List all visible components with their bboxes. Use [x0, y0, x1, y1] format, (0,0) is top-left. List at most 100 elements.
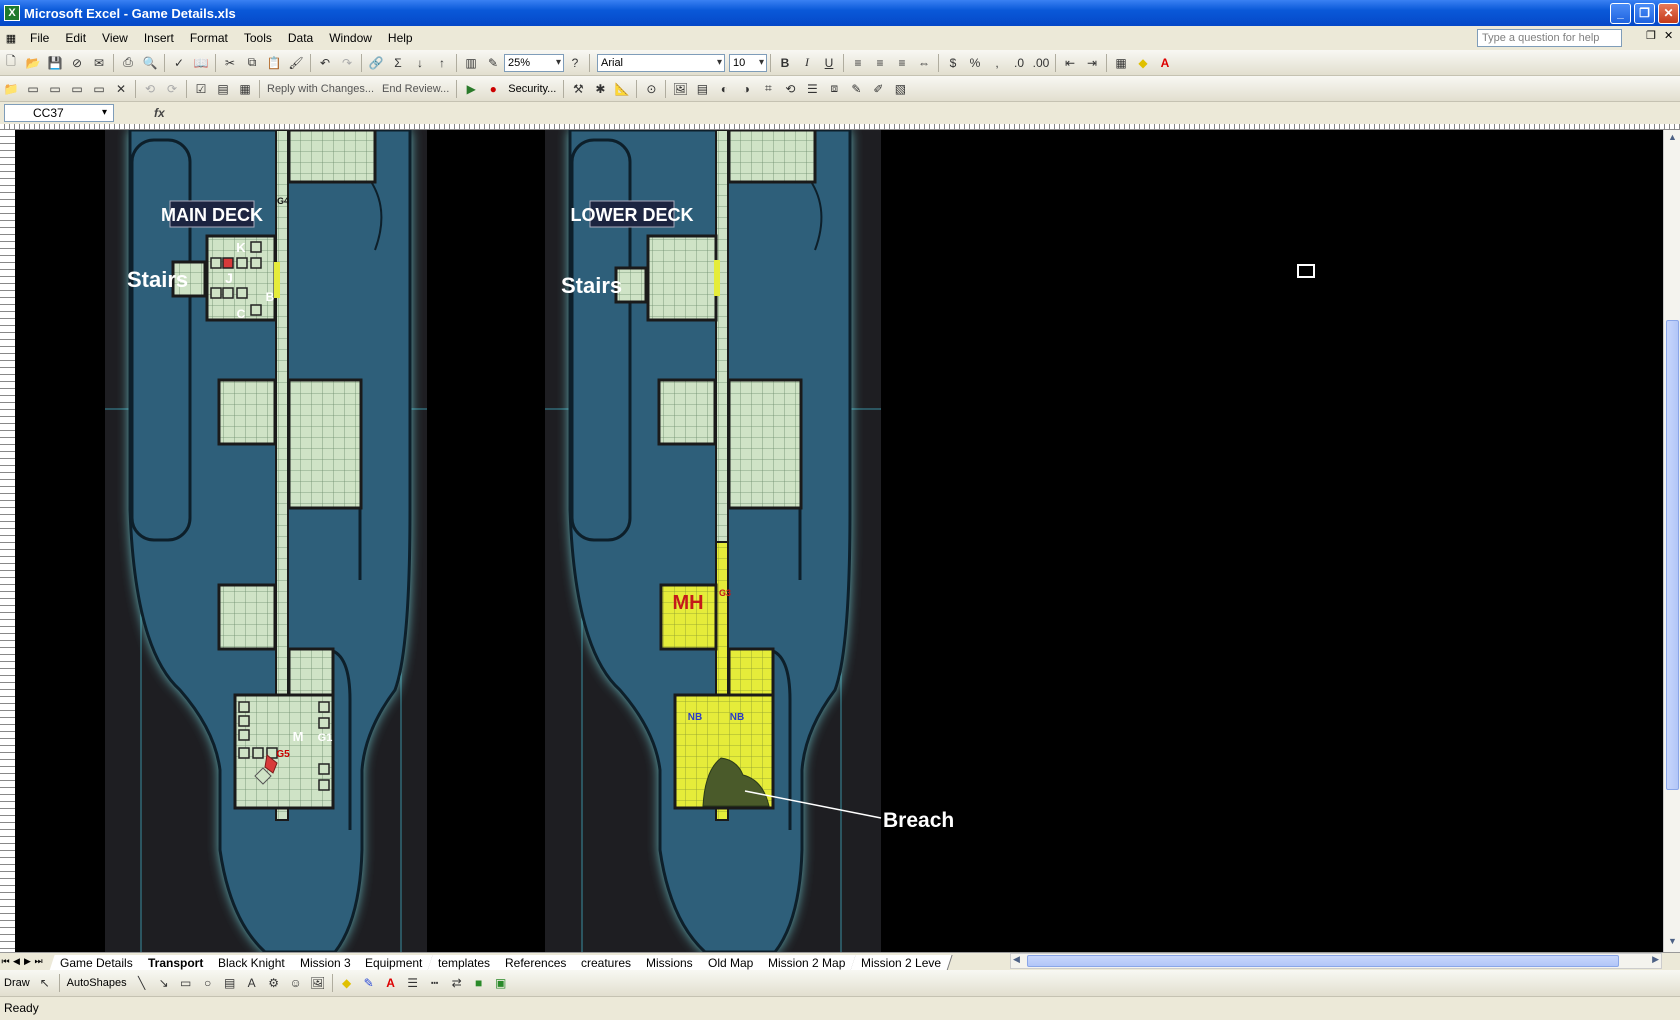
line-weight-icon[interactable]: ☰: [402, 972, 424, 994]
horizontal-scrollbar[interactable]: ◀ ▶: [1010, 953, 1662, 969]
drawing-toggle-icon[interactable]: ✎: [482, 52, 504, 74]
set-transparent-icon[interactable]: ✐: [867, 78, 889, 100]
comma-button[interactable]: ,: [986, 52, 1008, 74]
spelling-icon[interactable]: ✓: [168, 52, 190, 74]
sheet-tab-templates[interactable]: templates: [427, 954, 502, 971]
sheet-tab-old-map[interactable]: Old Map: [697, 954, 765, 971]
picture-icon[interactable]: 🖼: [307, 972, 329, 994]
sheet-tab-equipment[interactable]: Equipment: [354, 954, 435, 971]
paste-icon[interactable]: 📋: [263, 52, 285, 74]
format-picture-icon[interactable]: ✎: [845, 78, 867, 100]
sheet-tab-transport[interactable]: Transport: [137, 954, 215, 971]
increase-indent-icon[interactable]: ⇥: [1081, 52, 1103, 74]
chart-wizard-icon[interactable]: ▥: [460, 52, 482, 74]
comment-new-icon[interactable]: ▭: [22, 78, 44, 100]
vertical-scrollbar[interactable]: ▲ ▼: [1663, 130, 1680, 952]
currency-icon[interactable]: $: [942, 52, 964, 74]
arrow-icon[interactable]: ↘: [153, 972, 175, 994]
menu-format[interactable]: Format: [182, 26, 236, 50]
bold-button[interactable]: B: [774, 52, 796, 74]
control-icon[interactable]: ▤: [212, 78, 234, 100]
control-toolbox-icon[interactable]: ✱: [589, 78, 611, 100]
fill-color-icon[interactable]: ◆: [1132, 52, 1154, 74]
design-mode-icon[interactable]: 📐: [611, 78, 633, 100]
menu-file[interactable]: File: [22, 26, 57, 50]
sheet-tab-black-knight[interactable]: Black Knight: [207, 954, 297, 971]
last-sheet-icon[interactable]: ⏭: [33, 956, 44, 967]
oval-icon[interactable]: ○: [197, 972, 219, 994]
copy-icon[interactable]: ⧉: [241, 52, 263, 74]
accept-icon[interactable]: ⟳: [161, 78, 183, 100]
security-button[interactable]: Security...: [504, 83, 560, 95]
hyperlink-icon[interactable]: 🔗: [365, 52, 387, 74]
draw-menu-button[interactable]: Draw: [0, 977, 34, 989]
scenario-icon[interactable]: ⊙: [640, 78, 662, 100]
font-color-icon[interactable]: A: [1154, 52, 1176, 74]
line-style-icon[interactable]: ☰: [801, 78, 823, 100]
brightness-icon[interactable]: ◑: [735, 78, 757, 100]
menu-window[interactable]: Window: [321, 26, 380, 50]
line-icon[interactable]: ╲: [131, 972, 153, 994]
insert-function-button[interactable]: fx: [154, 106, 165, 120]
scroll-down-icon[interactable]: ▼: [1666, 936, 1679, 950]
folder-icon[interactable]: 📁: [0, 78, 22, 100]
image-icon[interactable]: 🖼: [669, 78, 691, 100]
clipart-icon[interactable]: ☺: [285, 972, 307, 994]
close-button[interactable]: ✕: [1658, 3, 1679, 24]
fill-color-draw-icon[interactable]: ◆: [336, 972, 358, 994]
open-icon[interactable]: 📂: [22, 52, 44, 74]
print-icon[interactable]: ⎙: [117, 52, 139, 74]
rotate-icon[interactable]: ⟲: [779, 78, 801, 100]
select-objects-icon[interactable]: ↖: [34, 972, 56, 994]
shadow-icon[interactable]: ■: [468, 972, 490, 994]
decrease-decimal-icon[interactable]: .00: [1030, 52, 1052, 74]
sheet-tab-mission-2-map[interactable]: Mission 2 Map: [757, 954, 858, 971]
align-center-icon[interactable]: ≡: [869, 52, 891, 74]
dash-style-icon[interactable]: ┅: [424, 972, 446, 994]
reply-with-changes-button[interactable]: Reply with Changes...: [263, 83, 378, 95]
contrast-icon[interactable]: ◐: [713, 78, 735, 100]
track-icon[interactable]: ⟲: [139, 78, 161, 100]
print-preview-icon[interactable]: 🔍: [139, 52, 161, 74]
crop-icon[interactable]: ⌗: [757, 78, 779, 100]
save-icon[interactable]: 💾: [44, 52, 66, 74]
sheet-tab-missions[interactable]: Missions: [635, 954, 705, 971]
sheet-tab-mission-3[interactable]: Mission 3: [289, 954, 363, 971]
font-size-select[interactable]: 10: [729, 53, 767, 72]
increase-decimal-icon[interactable]: .0: [1008, 52, 1030, 74]
redo-icon[interactable]: ↷: [336, 52, 358, 74]
document-icon[interactable]: ▦: [0, 32, 22, 45]
menu-view[interactable]: View: [94, 26, 136, 50]
font-select[interactable]: Arial: [597, 53, 725, 72]
new-icon[interactable]: 🗋: [0, 52, 22, 74]
merge-center-icon[interactable]: ⇔: [913, 52, 935, 74]
restore-button[interactable]: ❐: [1634, 3, 1655, 24]
table-icon[interactable]: ▦: [234, 78, 256, 100]
scroll-up-icon[interactable]: ▲: [1666, 132, 1679, 146]
comment-next-icon[interactable]: ▭: [66, 78, 88, 100]
comment-delete-icon[interactable]: ✕: [110, 78, 132, 100]
underline-button[interactable]: U: [818, 52, 840, 74]
tools-icon[interactable]: ⚒: [567, 78, 589, 100]
autoshapes-button[interactable]: AutoShapes: [63, 977, 131, 989]
record-macro-icon[interactable]: ●: [482, 78, 504, 100]
cut-icon[interactable]: ✂: [219, 52, 241, 74]
sheet-tab-creatures[interactable]: creatures: [570, 954, 643, 971]
comment-prev-icon[interactable]: ▭: [44, 78, 66, 100]
menu-insert[interactable]: Insert: [136, 26, 182, 50]
percent-button[interactable]: %: [964, 52, 986, 74]
doc-restore-icon[interactable]: ❐: [1646, 29, 1656, 42]
undo-icon[interactable]: ↶: [314, 52, 336, 74]
format-painter-icon[interactable]: 🖌: [285, 52, 307, 74]
first-sheet-icon[interactable]: ⏮: [0, 956, 11, 967]
minimize-button[interactable]: _: [1610, 3, 1631, 24]
reset-picture-icon[interactable]: ▧: [889, 78, 911, 100]
rectangle-icon[interactable]: ▭: [175, 972, 197, 994]
help-search-input[interactable]: Type a question for help: [1477, 29, 1622, 47]
textbox-icon[interactable]: ▤: [219, 972, 241, 994]
zoom-select[interactable]: 25%: [504, 53, 564, 72]
sort-asc-icon[interactable]: ↓: [409, 52, 431, 74]
borders-icon[interactable]: ▦: [1110, 52, 1132, 74]
sheet-tab-game-details[interactable]: Game Details: [49, 954, 145, 971]
menu-edit[interactable]: Edit: [57, 26, 94, 50]
